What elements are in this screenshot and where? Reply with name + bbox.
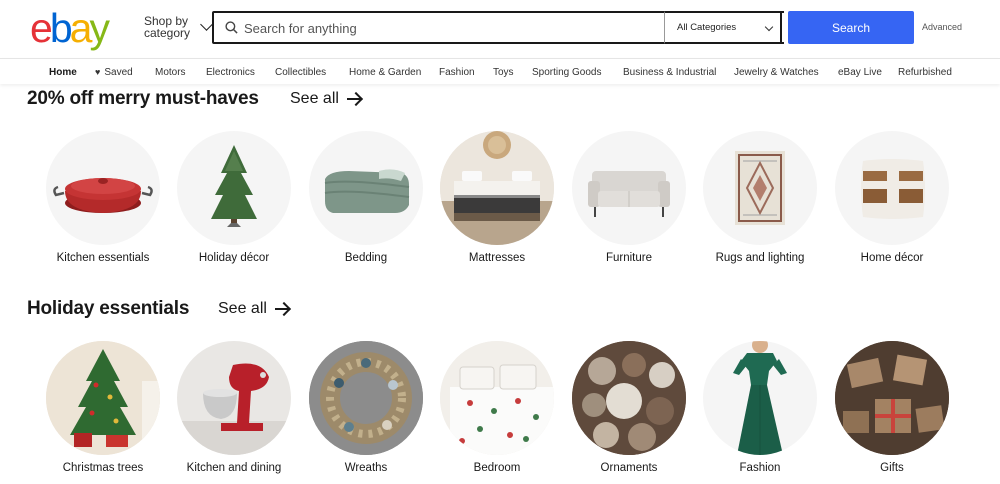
christmas-tree-image (177, 131, 291, 245)
green-dress-image (703, 341, 817, 455)
sofa-image (572, 131, 686, 245)
ornaments-image (572, 341, 686, 455)
see-all-label: See all (218, 300, 267, 317)
tile-christmas-trees[interactable]: Christmas trees (46, 341, 160, 474)
decorated-tree-image (46, 341, 160, 455)
tile-kitchen-essentials[interactable]: Kitchen essentials (46, 131, 160, 264)
logo-letter-e: e (30, 5, 53, 51)
category-nav: Home ♥ Saved Motors Electronics Collectib… (0, 58, 1000, 84)
nav-item-fashion[interactable]: Fashion (439, 67, 475, 78)
nav-item-jewelry-watches[interactable]: Jewelry & Watches (734, 67, 819, 78)
tile-furniture[interactable]: Furniture (572, 131, 686, 264)
tile-label: Rugs and lighting (715, 252, 805, 264)
pillow-image (835, 131, 949, 245)
chevron-down-icon (200, 18, 213, 31)
section-title-holiday-essentials: Holiday essentials (27, 298, 190, 319)
logo-letter-b: b (49, 5, 73, 51)
nav-item-saved-label: Saved (104, 67, 133, 78)
advanced-search-link[interactable]: Advanced (922, 22, 962, 32)
chevron-down-icon (764, 22, 774, 32)
tile-label: Fashion (739, 462, 781, 474)
tile-bedroom[interactable]: Bedroom (440, 341, 554, 474)
tile-label: Kitchen and dining (186, 462, 282, 474)
tile-wreaths[interactable]: Wreaths (309, 341, 423, 474)
tile-home-decor[interactable]: Home décor (835, 131, 949, 264)
search-button[interactable]: Search (788, 11, 914, 44)
tile-rugs-and-lighting[interactable]: Rugs and lighting (703, 131, 817, 264)
nav-item-motors[interactable]: Motors (155, 67, 186, 78)
heart-icon: ♥ (95, 67, 101, 77)
nav-item-collectibles[interactable]: Collectibles (275, 67, 326, 78)
tile-fashion[interactable]: Fashion (703, 341, 817, 474)
arrow-right-icon (274, 303, 290, 315)
tile-mattresses[interactable]: Mattresses (440, 131, 554, 264)
search-icon (225, 21, 238, 34)
wreath-image (309, 341, 423, 455)
shop-by-category-button[interactable]: Shop by category (144, 14, 213, 40)
nav-item-electronics[interactable]: Electronics (206, 67, 255, 78)
section-title-merry-must-haves: 20% off merry must-haves (27, 88, 259, 109)
nav-item-refurbished[interactable]: Refurbished (898, 67, 952, 78)
tile-label: Holiday décor (198, 252, 270, 264)
tile-kitchen-and-dining[interactable]: Kitchen and dining (177, 341, 291, 474)
tile-gifts[interactable]: Gifts (835, 341, 949, 474)
category-select[interactable]: All Categories (664, 11, 784, 44)
search-bar: All Categories (212, 11, 784, 44)
see-all-link-holiday[interactable]: See all (218, 300, 290, 318)
nav-item-home-garden[interactable]: Home & Garden (349, 67, 421, 78)
tile-holiday-decor[interactable]: Holiday décor (177, 131, 291, 264)
nav-item-ebay-live[interactable]: eBay Live (838, 67, 882, 78)
tile-label: Mattresses (468, 252, 526, 264)
logo-letter-a: a (69, 5, 93, 51)
nav-item-business-industrial[interactable]: Business & Industrial (623, 67, 716, 78)
ebay-logo[interactable]: ebay (30, 5, 110, 51)
category-select-value: All Categories (677, 22, 737, 33)
tile-bedding[interactable]: Bedding (309, 131, 423, 264)
arrow-right-icon (346, 93, 362, 105)
wrapped-gifts-image (835, 341, 949, 455)
tile-label: Bedroom (473, 462, 521, 474)
nav-item-saved[interactable]: ♥ Saved (95, 67, 133, 78)
tile-label: Home décor (860, 252, 924, 264)
search-input[interactable] (244, 18, 659, 38)
see-all-label: See all (290, 90, 339, 107)
nav-item-toys[interactable]: Toys (493, 67, 514, 78)
shop-by-category-label: Shop by category (144, 14, 191, 40)
see-all-link-merry[interactable]: See all (290, 90, 362, 108)
stand-mixer-image (177, 341, 291, 455)
dutch-oven-image (46, 131, 160, 245)
nav-item-home[interactable]: Home (49, 67, 77, 78)
header: ebay Shop by category All Categories Sea… (0, 0, 1000, 58)
logo-letter-y: y (89, 5, 109, 51)
tile-ornaments[interactable]: Ornaments (572, 341, 686, 474)
mattress-image (440, 131, 554, 245)
rug-image (703, 131, 817, 245)
nav-item-sporting-goods[interactable]: Sporting Goods (532, 67, 602, 78)
tile-label: Gifts (880, 462, 904, 474)
holiday-bedding-image (440, 341, 554, 455)
folded-blanket-image (309, 131, 423, 245)
